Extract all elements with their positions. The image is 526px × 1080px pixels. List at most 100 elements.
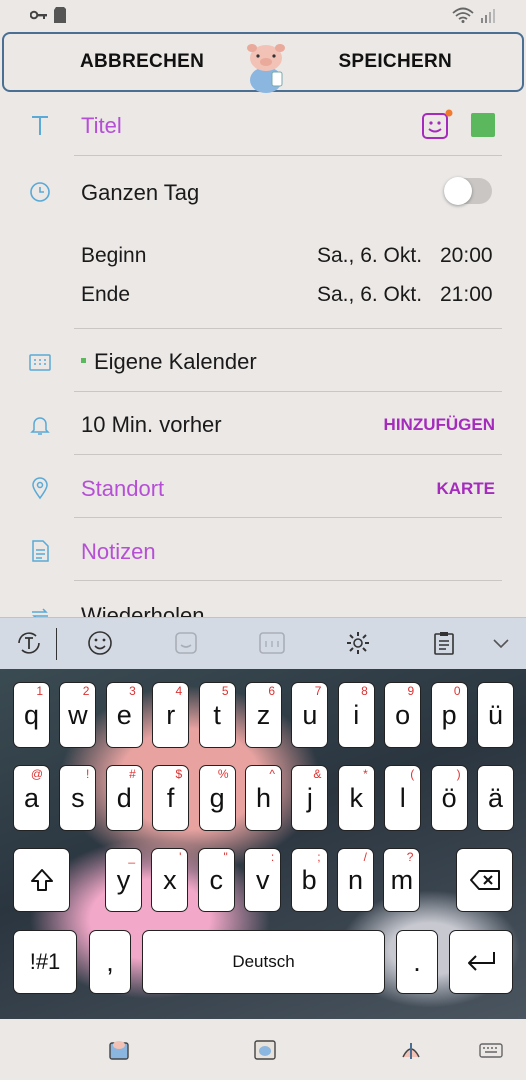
reminder-label[interactable]: 10 Min. vorher	[81, 412, 222, 438]
key-u[interactable]: u7	[291, 682, 329, 748]
key-g[interactable]: g%	[198, 765, 236, 831]
key-ö[interactable]: ö)	[430, 765, 468, 831]
translate-icon[interactable]	[14, 628, 44, 658]
backspace-key[interactable]	[456, 848, 513, 912]
key-o[interactable]: o9	[384, 682, 422, 748]
key-s[interactable]: s!	[59, 765, 97, 831]
key-label: f	[166, 782, 175, 813]
end-time[interactable]: 21:00	[440, 283, 493, 307]
key-m[interactable]: m?	[383, 848, 421, 912]
notes-row[interactable]: Notizen	[0, 523, 526, 579]
location-input[interactable]: Standort	[81, 476, 164, 502]
emoji-icon[interactable]	[85, 628, 115, 658]
clipboard-icon[interactable]	[429, 628, 459, 658]
symbols-key[interactable]: !#1	[13, 930, 77, 994]
key-i[interactable]: i8	[337, 682, 375, 748]
start-time[interactable]: 20:00	[440, 244, 493, 268]
divider	[74, 454, 502, 455]
key-hint: 9	[407, 684, 415, 698]
key-hint: _	[128, 850, 135, 864]
recent-apps-icon[interactable]	[106, 1037, 132, 1063]
key-l[interactable]: l(	[384, 765, 422, 831]
cancel-button[interactable]: ABBRECHEN	[80, 51, 204, 73]
key-y[interactable]: y _	[105, 848, 142, 912]
key-f[interactable]: f $	[152, 765, 190, 831]
key-label: q	[23, 699, 40, 730]
key-ä[interactable]: ä	[477, 765, 514, 831]
mascot-sticker-icon	[247, 44, 285, 93]
key-z[interactable]: z6	[245, 682, 282, 748]
key-h[interactable]: h ^	[245, 765, 282, 831]
calendar-label[interactable]: Eigene Kalender	[94, 349, 257, 375]
period-key[interactable]: .	[396, 930, 438, 994]
key-c[interactable]: c "	[197, 848, 235, 912]
key-label: i	[353, 699, 360, 730]
title-input[interactable]: Titel	[81, 113, 122, 139]
divider	[74, 580, 502, 581]
note-icon	[32, 540, 49, 562]
key-a[interactable]: a @	[13, 765, 50, 831]
repeat-row[interactable]: Wiederholen	[0, 586, 526, 617]
save-button[interactable]: SPEICHERN	[338, 51, 452, 73]
key-b[interactable]: b;	[290, 848, 328, 912]
key-hint: $	[175, 767, 183, 781]
bell-icon	[30, 417, 50, 435]
key-hint: @	[30, 767, 43, 781]
key-r[interactable]: r4	[152, 682, 190, 748]
enter-key[interactable]	[449, 930, 513, 994]
shift-key[interactable]	[13, 848, 70, 912]
calendar-row[interactable]: Eigene Kalender	[0, 334, 526, 390]
key-label: s	[71, 782, 85, 813]
key-v[interactable]: v:	[244, 848, 282, 912]
add-reminder-button[interactable]: HINZUFÜGEN	[384, 415, 495, 435]
comma-key[interactable]: ,	[89, 930, 131, 994]
key-label: v	[255, 864, 270, 895]
settings-gear-icon[interactable]	[343, 628, 373, 658]
end-date[interactable]: Sa., 6. Okt.	[317, 283, 422, 307]
key-label: z	[256, 699, 271, 730]
key-label: n	[347, 864, 364, 895]
divider	[74, 391, 502, 392]
sticker-icon[interactable]	[420, 108, 454, 142]
key-n[interactable]: n /	[337, 848, 374, 912]
divider	[74, 517, 502, 518]
space-key[interactable]: Deutsch	[142, 930, 385, 994]
start-label: Beginn	[81, 244, 147, 267]
calendar-icon	[29, 354, 51, 371]
home-icon[interactable]	[252, 1037, 278, 1063]
collapse-chevron-down-icon[interactable]	[486, 628, 516, 658]
key-hint: %	[217, 767, 229, 781]
key-label: o	[395, 699, 411, 730]
key-label: ä	[487, 782, 504, 813]
notes-input[interactable]: Notizen	[81, 539, 156, 565]
repeat-label[interactable]: Wiederholen	[81, 603, 205, 617]
key-label: ü	[487, 699, 504, 730]
key-label: t	[213, 699, 221, 730]
action-bar: ABBRECHEN SPEICHERN	[2, 32, 524, 93]
key-d[interactable]: d #	[105, 765, 143, 831]
key-t[interactable]: t5	[198, 682, 236, 748]
title-row[interactable]: Titel	[0, 100, 526, 156]
key-hint: 4	[175, 684, 183, 698]
key-x[interactable]: x '	[151, 848, 189, 912]
back-icon[interactable]	[398, 1037, 424, 1063]
key-hint: )	[456, 767, 461, 781]
key-e[interactable]: e3	[105, 682, 143, 748]
key-ü[interactable]: ü	[477, 682, 514, 748]
key-hint: #	[129, 767, 136, 781]
map-button[interactable]: KARTE	[436, 479, 495, 499]
keyboard-switch-icon[interactable]	[478, 1037, 504, 1063]
key-j[interactable]: j &	[291, 765, 329, 831]
key-k[interactable]: k *	[337, 765, 375, 831]
key-hint: /	[363, 850, 367, 864]
key-hint: ?	[406, 850, 414, 864]
key-hint: 5	[221, 684, 229, 698]
key-label: c	[209, 864, 224, 895]
key-q[interactable]: q1	[13, 682, 50, 748]
key-w[interactable]: w2	[59, 682, 97, 748]
all-day-label: Ganzen Tag	[81, 180, 200, 205]
all-day-toggle[interactable]	[444, 177, 492, 205]
key-p[interactable]: p0	[430, 682, 468, 748]
event-color-swatch[interactable]	[471, 113, 495, 137]
start-date[interactable]: Sa., 6. Okt.	[317, 244, 422, 268]
